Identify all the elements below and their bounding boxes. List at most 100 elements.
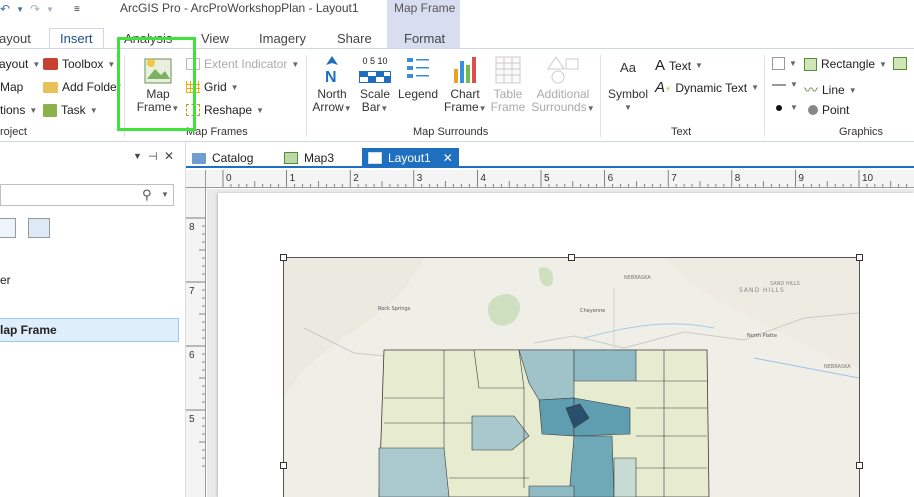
tab-catalog[interactable]: Catalog — [186, 148, 259, 168]
point-button[interactable]: Point — [808, 103, 849, 117]
scale-bar-icon: 0 5 10 — [359, 55, 391, 85]
line-color-button[interactable]: ▼ — [772, 80, 798, 89]
ruler-label: 2 — [353, 173, 359, 184]
connections-button[interactable]: tions ▼ — [0, 103, 37, 117]
fill-color-button[interactable]: ▼ — [772, 57, 797, 70]
rectangle-button[interactable]: Rectangle ▼ — [804, 57, 887, 71]
project-group-label: roject — [0, 126, 27, 138]
rectangle-icon — [804, 57, 817, 71]
ruler-label: 1 — [290, 173, 296, 184]
text-a-icon: A — [655, 57, 666, 74]
ruler-label: 8 — [735, 173, 741, 184]
close-icon[interactable]: ✕ — [164, 149, 174, 163]
undo-icon[interactable]: ↶ — [0, 2, 10, 16]
vertical-ruler: 8 7 6 5 — [186, 188, 206, 497]
resize-handle[interactable] — [280, 254, 287, 261]
search-icon: ⚲ — [142, 187, 152, 202]
tab-map3[interactable]: Map3 — [278, 148, 340, 168]
more-graphics-button[interactable] — [893, 57, 907, 70]
document-tabs: Catalog Map3 Layout1 ✕ — [186, 148, 914, 168]
tab-layout[interactable]: ayout — [0, 31, 31, 46]
vertical-ruler-ticks: 8 7 6 5 — [186, 217, 205, 467]
chevron-down-icon[interactable]: ▼ — [16, 5, 24, 14]
ruler-label: 4 — [480, 173, 486, 184]
chart-frame-button[interactable]: Chart Frame▼ — [444, 55, 487, 115]
contents-pane: ▼ ⊣ ✕ ⚲ ▼ er lap Frame — [0, 142, 186, 497]
ruler-corner — [186, 170, 206, 188]
point-color-button[interactable]: ▼ — [772, 103, 798, 112]
map-icon — [284, 152, 298, 164]
symbol-button[interactable]: Aa Symbol ▼ — [606, 61, 650, 114]
layout-icon — [368, 152, 382, 164]
line-swatch-icon — [772, 83, 786, 86]
scale-bar-button[interactable]: 0 5 10 Scale Bar▼ — [356, 55, 394, 115]
line-icon: 〰 — [804, 82, 818, 98]
resize-handle[interactable] — [280, 462, 287, 469]
window-title: ArcGIS Pro - ArcProWorkshopPlan - Layout… — [120, 1, 359, 15]
tab-format[interactable]: Format — [404, 31, 445, 46]
ruler-label: 3 — [417, 173, 423, 184]
contextual-group-title: Map Frame — [394, 1, 456, 15]
separator — [764, 55, 765, 137]
table-frame-button[interactable]: Table Frame — [488, 55, 528, 114]
tree-item-map-frame[interactable]: lap Frame — [0, 318, 179, 342]
task-button[interactable]: Task ▼ — [43, 103, 98, 117]
customize-icon[interactable]: ≡ — [74, 4, 80, 15]
pane-menu-icon[interactable]: ▼ — [133, 151, 142, 161]
tree-item-layer[interactable]: er — [0, 273, 11, 287]
additional-surrounds-button[interactable]: Additional Surrounds▼ — [530, 55, 596, 115]
shapes-icon — [547, 56, 579, 84]
tab-share[interactable]: Share — [337, 31, 372, 46]
map-frame-selection — [283, 257, 860, 497]
toolbox-icon — [43, 58, 58, 70]
chevron-down-icon[interactable]: ▼ — [161, 190, 169, 199]
list-by-drawing-order-icon[interactable] — [0, 218, 16, 238]
shape-icon — [893, 57, 907, 70]
task-icon — [43, 103, 57, 117]
ruler-label: 10 — [862, 173, 874, 184]
resize-handle[interactable] — [568, 254, 575, 261]
quick-access-toolbar: ↶ ▼ ↷ ▼ ≡ — [0, 2, 80, 16]
reshape-button[interactable]: Reshape ▼ — [186, 103, 264, 117]
add-folder-button[interactable]: Add Folder — [43, 80, 121, 94]
line-button[interactable]: 〰 Line ▼ — [804, 80, 857, 100]
map-frame-highlight — [117, 37, 196, 131]
ruler-label: 7 — [671, 173, 677, 184]
layout-button[interactable]: ayout ▼ — [0, 57, 40, 71]
extent-indicator-button[interactable]: Extent Indicator ▼ — [186, 57, 299, 71]
tab-insert[interactable]: Insert — [49, 28, 104, 49]
horizontal-ruler: 0 1 2 3 4 5 6 7 8 9 10 — [206, 170, 914, 188]
north-arrow-icon: N — [325, 56, 338, 85]
north-arrow-button[interactable]: N North Arrow▼ — [312, 55, 352, 115]
ruler-label: 9 — [798, 173, 804, 184]
list-by-source-icon[interactable] — [28, 218, 50, 238]
dynamic-text-icon: A⚡ — [655, 79, 672, 96]
svg-text:N: N — [325, 69, 337, 85]
folder-icon — [43, 81, 58, 93]
close-icon[interactable]: ✕ — [443, 151, 453, 165]
ruler-label: 6 — [189, 350, 195, 361]
tab-layout1[interactable]: Layout1 ✕ — [362, 148, 459, 168]
toolbox-button[interactable]: Toolbox ▼ — [43, 57, 115, 71]
fill-swatch-icon — [772, 57, 785, 70]
separator — [306, 55, 307, 137]
legend-button[interactable]: Legend — [396, 55, 440, 101]
point-icon — [808, 105, 818, 115]
ruler-label: 5 — [544, 173, 550, 184]
text-button[interactable]: A Text ▼ — [655, 57, 703, 74]
catalog-icon — [192, 152, 206, 164]
separator — [600, 55, 601, 137]
redo-icon[interactable]: ↷ — [30, 2, 40, 16]
resize-handle[interactable] — [856, 254, 863, 261]
point-swatch-icon — [776, 104, 782, 111]
pin-icon[interactable]: ⊣ — [148, 150, 158, 163]
tab-imagery[interactable]: Imagery — [259, 31, 306, 46]
search-input[interactable]: ⚲ ▼ — [0, 184, 174, 206]
chevron-down-icon[interactable]: ▼ — [46, 5, 54, 14]
dynamic-text-button[interactable]: A⚡ Dynamic Text ▼ — [655, 79, 759, 96]
map-button[interactable]: Map — [0, 80, 23, 94]
text-group-label: Text — [671, 126, 692, 138]
tab-view[interactable]: View — [201, 31, 229, 46]
resize-handle[interactable] — [856, 462, 863, 469]
ruler-label: 6 — [608, 173, 614, 184]
